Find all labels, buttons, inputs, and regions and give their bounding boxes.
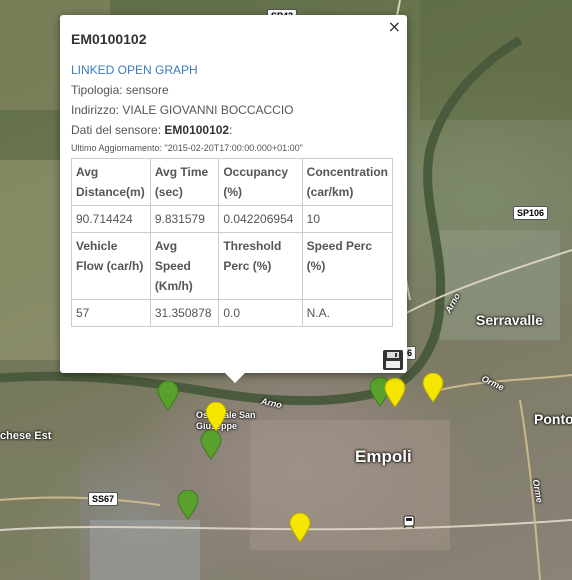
map-pin-icon[interactable] xyxy=(176,490,200,520)
floppy-disk-icon[interactable] xyxy=(383,350,403,370)
close-icon[interactable]: × xyxy=(388,17,401,36)
sensor-type: Tipologia: sensore xyxy=(71,83,169,97)
table-header-cell: Vehicle Flow (car/h) xyxy=(71,232,151,300)
table-row: 57 31.350878 0.0 N.A. xyxy=(71,299,394,327)
table-cell: 0.0 xyxy=(218,299,303,327)
table-row: Vehicle Flow (car/h) Avg Speed (Km/h) Th… xyxy=(71,232,394,300)
train-station-icon xyxy=(403,515,415,529)
table-header-cell: Avg Distance(m) xyxy=(71,158,151,206)
table-cell: 0.042206954 xyxy=(218,205,303,233)
last-update: Ultimo Aggiornamento: "2015-02-20T17:00:… xyxy=(71,143,303,153)
map-label-city: Empoli xyxy=(355,447,412,466)
map-pin-icon[interactable] xyxy=(199,430,223,460)
map-pin-icon[interactable] xyxy=(383,378,407,408)
table-cell: 57 xyxy=(71,299,151,327)
sensor-data-id: EM0100102 xyxy=(164,123,230,137)
map-pin-icon[interactable] xyxy=(421,373,445,403)
map-label-serravalle: Serravalle xyxy=(476,312,543,328)
map-label-west: chese Est xyxy=(0,430,52,442)
map-pin-icon[interactable] xyxy=(204,402,228,432)
map-pin-icon[interactable] xyxy=(288,513,312,543)
table-cell: 90.714424 xyxy=(71,205,151,233)
table-header-cell: Avg Time (sec) xyxy=(149,158,220,206)
popup-pointer xyxy=(224,372,246,383)
table-header-cell: Threshold Perc (%) xyxy=(218,232,303,300)
linked-open-graph-link[interactable]: LINKED OPEN GRAPH xyxy=(71,63,396,77)
map-label-ponto: Ponto xyxy=(534,411,572,427)
table-header-cell: Speed Perc (%) xyxy=(301,232,394,300)
table-cell: 31.350878 xyxy=(149,299,220,327)
road-shield-sp106: SP106 xyxy=(513,206,549,220)
sensor-data-prefix: Dati del sensore: xyxy=(71,123,165,137)
table-cell: 9.831579 xyxy=(149,205,220,233)
table-row: 90.714424 9.831579 0.042206954 10 xyxy=(71,205,394,233)
sensor-data-table: Avg Distance(m) Avg Time (sec) Occupancy… xyxy=(71,158,394,327)
road-line xyxy=(0,519,572,531)
sensor-data-suffix: : xyxy=(229,123,233,137)
table-row: Avg Distance(m) Avg Time (sec) Occupancy… xyxy=(71,158,394,206)
table-cell: N.A. xyxy=(301,299,394,327)
table-header-cell: Avg Speed (Km/h) xyxy=(149,232,220,300)
table-header-cell: Occupancy (%) xyxy=(218,158,303,206)
road-line xyxy=(439,374,572,391)
road-line xyxy=(0,496,161,506)
popup-title: EM0100102 xyxy=(71,31,147,47)
table-cell: 10 xyxy=(301,205,394,233)
sensor-data-heading: Dati del sensore: EM0100102: xyxy=(71,123,396,137)
road-shield-ss67: SS67 xyxy=(88,492,119,506)
sensor-address: Indirizzo: VIALE GIOVANNI BOCCACCIO xyxy=(71,103,294,117)
table-header-cell: Concentration (car/km) xyxy=(301,158,394,206)
sensor-popup: × EM0100102 LINKED OPEN GRAPH Tipologia:… xyxy=(60,15,407,373)
map-pin-icon[interactable] xyxy=(156,381,180,411)
